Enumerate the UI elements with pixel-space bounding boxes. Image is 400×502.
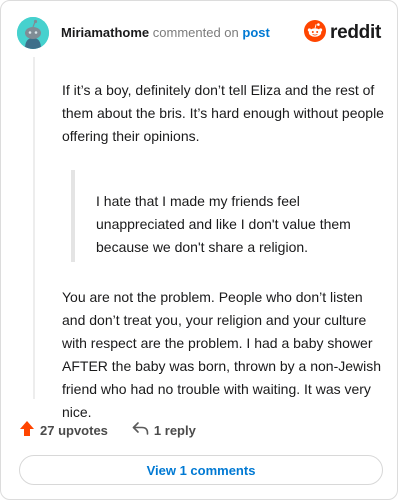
comment-body: If it’s a boy, definitely don’t tell Eli… (62, 79, 388, 424)
comment-card: Miriamathome commented on post reddit If… (0, 0, 398, 500)
comment-header: Miriamathome commented on post reddit (17, 15, 381, 51)
reddit-snoo-icon (304, 19, 327, 47)
reply-count: 1 reply (153, 422, 196, 438)
post-link[interactable]: post (242, 25, 269, 40)
username-link[interactable]: Miriamathome (61, 25, 149, 40)
blockquote: I hate that I made my friends feel unapp… (71, 170, 388, 262)
thread-line[interactable] (33, 57, 35, 399)
comment-meta: Miriamathome commented on post (61, 24, 270, 42)
comment-paragraph-1: If it’s a boy, definitely don’t tell Eli… (62, 82, 384, 144)
comment-paragraph-2: You are not the problem. People who don’… (62, 289, 382, 420)
reply-button[interactable]: 1 reply (132, 421, 196, 439)
snoo-avatar-icon[interactable] (17, 17, 49, 49)
upvote-button[interactable]: 27 upvotes (19, 420, 108, 440)
upvote-count: 27 upvotes (40, 422, 108, 438)
action-text: commented on (152, 25, 239, 40)
quote-text: I hate that I made my friends feel unapp… (96, 193, 351, 255)
reddit-wordmark: reddit (330, 22, 381, 43)
view-comments-button[interactable]: View 1 comments (19, 455, 383, 485)
upvote-arrow-icon (19, 420, 35, 440)
reply-arrow-icon (132, 421, 149, 439)
comment-actions: 27 upvotes 1 reply (19, 419, 196, 441)
reddit-logo[interactable]: reddit (304, 19, 381, 47)
